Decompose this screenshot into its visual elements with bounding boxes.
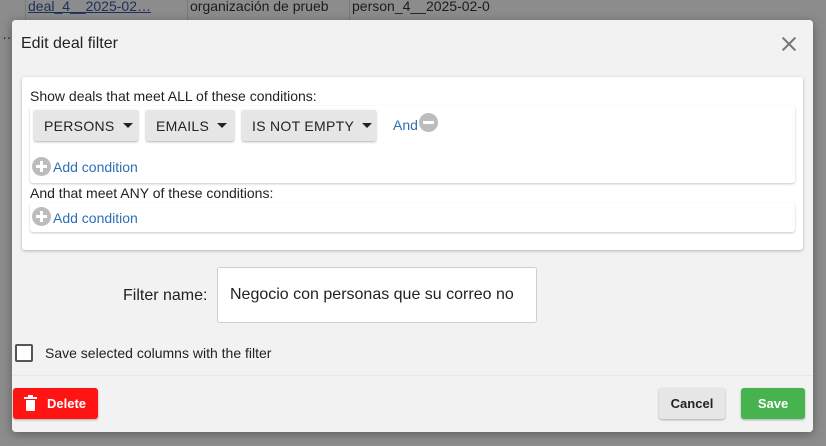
save-button-label: Save <box>757 396 789 411</box>
save-columns-label: Save selected columns with the filter <box>45 345 272 361</box>
deal-name-link[interactable]: deal_4__2025-02… <box>26 0 188 14</box>
table-row: deal_4__2025-02… organización de prueb p… <box>0 0 826 14</box>
cancel-button-label: Cancel <box>670 396 714 411</box>
delete-button[interactable]: Delete <box>13 388 98 419</box>
add-condition-icon[interactable] <box>32 207 51 226</box>
caret-down-icon <box>217 123 228 128</box>
any-conditions-group: Add condition <box>30 203 795 232</box>
filter-name-input[interactable] <box>217 267 537 323</box>
caret-down-icon <box>362 123 373 128</box>
close-icon[interactable] <box>779 34 799 54</box>
add-condition-icon[interactable] <box>32 157 51 176</box>
dialog-title: Edit deal filter <box>21 35 118 52</box>
operator-dropdown[interactable]: IS NOT EMPTY <box>242 110 376 141</box>
field-dropdown-value: PERSONS <box>44 117 115 134</box>
person-cell: person_4__2025-02-0 <box>352 0 490 14</box>
subfield-dropdown-value: EMAILS <box>156 117 210 134</box>
organization-cell: organización de prueb <box>188 0 350 14</box>
dialog-header: Edit deal filter <box>12 20 813 68</box>
dialog-footer: Delete Cancel Save <box>12 375 813 432</box>
subfield-dropdown[interactable]: EMAILS <box>146 110 234 141</box>
filter-name-label: Filter name: <box>123 287 208 304</box>
any-conditions-label: And that meet ANY of these conditions: <box>30 185 274 201</box>
caret-down-icon <box>122 123 133 128</box>
operator-dropdown-value: IS NOT EMPTY <box>252 117 355 134</box>
edit-deal-filter-dialog: Edit deal filter Show deals that meet AL… <box>12 20 813 432</box>
all-conditions-group: PERSONS EMAILS IS NOT EMPTY And Add cond… <box>30 106 795 183</box>
add-all-condition-link[interactable]: Add condition <box>53 159 138 175</box>
field-dropdown[interactable]: PERSONS <box>34 110 138 141</box>
all-conditions-label: Show deals that meet ALL of these condit… <box>30 88 317 104</box>
table-cell <box>0 0 26 14</box>
conditions-panel: Show deals that meet ALL of these condit… <box>22 77 803 250</box>
save-columns-checkbox[interactable] <box>15 344 33 362</box>
save-button[interactable]: Save <box>741 388 805 419</box>
remove-condition-icon[interactable] <box>419 113 438 132</box>
trash-icon <box>23 394 37 411</box>
add-any-condition-link[interactable]: Add condition <box>53 210 138 226</box>
cancel-button[interactable]: Cancel <box>659 388 725 419</box>
dialog-body: Show deals that meet ALL of these condit… <box>12 68 813 375</box>
delete-button-label: Delete <box>46 396 87 411</box>
and-condition-link[interactable]: And <box>393 117 418 133</box>
